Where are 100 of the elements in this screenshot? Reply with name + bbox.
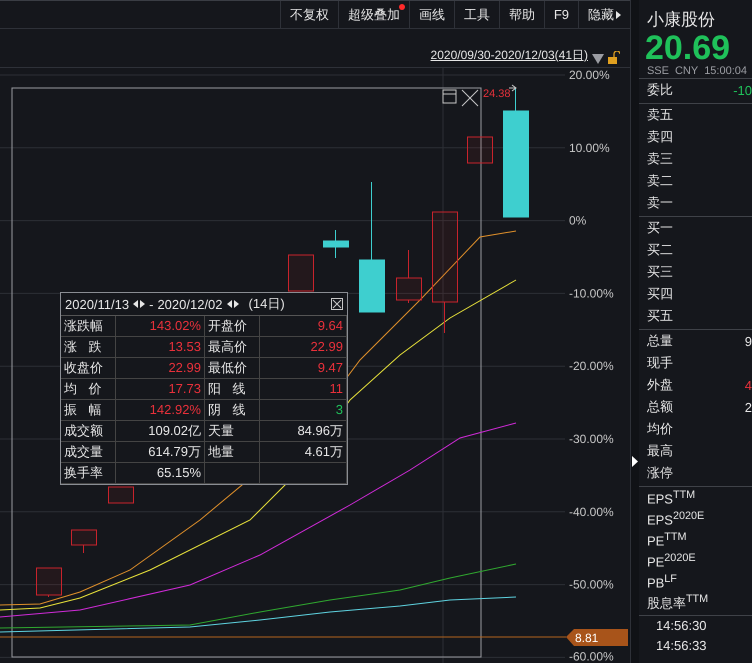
stat-label: 地量 — [208, 444, 234, 459]
trade-time: 14:56:33 — [654, 637, 708, 655]
stat-value: 13.53 — [168, 339, 201, 354]
stat-label: 成交额 — [64, 423, 103, 438]
caret-icon — [616, 10, 621, 18]
left-right-arrows-icon[interactable] — [226, 300, 239, 308]
quote-label: 委比 — [646, 81, 673, 99]
candlestick — [71, 530, 97, 554]
quote-label: PB$^{LF}$ — [646, 572, 677, 590]
date-separator: - — [149, 296, 154, 312]
quote-label: 卖四 — [646, 128, 673, 146]
date-range-link[interactable]: 2020/09/30-2020/12/03(41日) — [430, 47, 588, 64]
axis-label: -30.00% — [569, 432, 614, 446]
stat-label: 成交量 — [64, 444, 103, 459]
quote-label: EPS$^{2020E}$ — [646, 510, 704, 528]
quote-label: 卖五 — [646, 106, 673, 124]
quote-label: 现手 — [646, 354, 673, 372]
leader-line — [508, 84, 517, 92]
stat-label: 最低价 — [208, 360, 247, 375]
stock-name: 小康股份 — [646, 9, 716, 31]
stat-label: 收盘价 — [64, 360, 103, 375]
candlestick — [467, 136, 493, 164]
stat-value: 3 — [336, 402, 343, 417]
stat-label: 均 价 — [64, 381, 102, 396]
price-tag: 8.81 — [566, 629, 628, 646]
stat-label: 开盘价 — [208, 318, 247, 333]
currency-label: CNY — [674, 65, 698, 78]
stat-value: 22.99 — [168, 360, 201, 375]
trade-time: 14:56:30 — [654, 617, 708, 635]
quote-label: EPS$^{TTM}$ — [646, 488, 696, 506]
quote-label: 外盘 — [646, 376, 673, 394]
stat-label: 天量 — [208, 423, 234, 438]
toolbar-button[interactable]: F9 — [544, 1, 578, 28]
quote-time: 15:00:04 — [704, 65, 748, 78]
stat-value: 9.64 — [318, 318, 343, 333]
stat-value: 65.15% — [156, 465, 201, 480]
axis-label: 0% — [569, 214, 586, 228]
quote-label: 卖一 — [646, 194, 673, 212]
stat-value: 109.02亿 — [148, 423, 201, 438]
quote-label: 买五 — [646, 307, 673, 325]
toolbar-button[interactable]: 帮助 — [498, 1, 544, 28]
axis-label: 10.00% — [569, 140, 610, 155]
stat-value: 614.79万 — [148, 444, 201, 459]
candlestick — [288, 254, 314, 292]
stat-value: 22.99 — [310, 339, 343, 354]
quote-label: 总量 — [646, 332, 673, 350]
lock-icon[interactable] — [608, 51, 620, 64]
toolbar-button[interactable]: 画线 — [408, 1, 454, 28]
toolbar-button[interactable]: 不复权 — [280, 1, 338, 28]
stat-label: 振 幅 — [64, 402, 102, 417]
quote-label: PE$^{TTM}$ — [646, 530, 687, 548]
candlestick — [396, 250, 422, 304]
stat-label: 阴 线 — [208, 402, 246, 417]
day-count: (14日) — [248, 295, 285, 313]
stat-label: 涨 跌 — [64, 339, 102, 354]
quote-label: 卖三 — [646, 150, 673, 168]
quote-label: 买四 — [646, 285, 673, 303]
toolbar-button[interactable]: 工具 — [454, 1, 499, 28]
left-right-arrows-icon[interactable] — [133, 300, 146, 308]
quote-label: PE$^{2020E}$ — [646, 552, 696, 570]
exchange-label: SSE — [646, 65, 669, 78]
quote-label: 最高 — [646, 442, 673, 460]
axis-label: 20.00% — [569, 68, 610, 82]
stat-value: 17.73 — [168, 381, 201, 396]
candlestick — [36, 568, 62, 598]
quote-label: 买一 — [646, 219, 673, 237]
stat-value: 142.92% — [150, 402, 201, 417]
quote-label: 卖二 — [646, 172, 673, 190]
quote-value: 2 — [744, 400, 752, 414]
stat-value: 11 — [330, 381, 343, 396]
window-icon[interactable] — [442, 90, 456, 104]
high-price-label: 24.38 — [483, 88, 511, 100]
dropdown-icon[interactable] — [592, 54, 604, 64]
close-icon[interactable] — [331, 298, 343, 310]
stat-value: 84.96万 — [297, 423, 343, 438]
quote-value: 4 — [744, 378, 752, 392]
stat-value: 9.47 — [318, 360, 343, 375]
expand-icon[interactable] — [632, 456, 638, 467]
start-date: 2020/11/13 — [65, 296, 130, 312]
candlestick — [108, 486, 134, 504]
quote-label: 买三 — [646, 263, 673, 281]
axis-label: -20.00% — [569, 359, 614, 374]
quote-label: 均价 — [646, 420, 673, 438]
stat-label: 涨跌幅 — [64, 318, 103, 333]
end-date: 2020/12/02 — [157, 296, 223, 312]
quote-value: -10 — [733, 82, 752, 98]
stat-label: 阳 线 — [208, 381, 246, 396]
toolbar-button[interactable]: 超级叠加 — [338, 1, 409, 28]
candlestick — [323, 230, 349, 258]
stock-price: 20.69 — [644, 31, 730, 65]
quote-label: 买二 — [646, 241, 673, 259]
axis-label: -50.00% — [569, 578, 614, 592]
quote-label: 股息率$^{TTM}$ — [646, 592, 708, 612]
axis-label: -10.00% — [569, 286, 614, 300]
stat-value: 143.02% — [150, 318, 201, 333]
quote-label: 总额 — [646, 398, 673, 416]
stat-label: 最高价 — [208, 339, 247, 354]
close-icon[interactable] — [462, 90, 478, 106]
quote-value: 9 — [744, 334, 752, 348]
axis-label: -60.00% — [569, 649, 614, 663]
